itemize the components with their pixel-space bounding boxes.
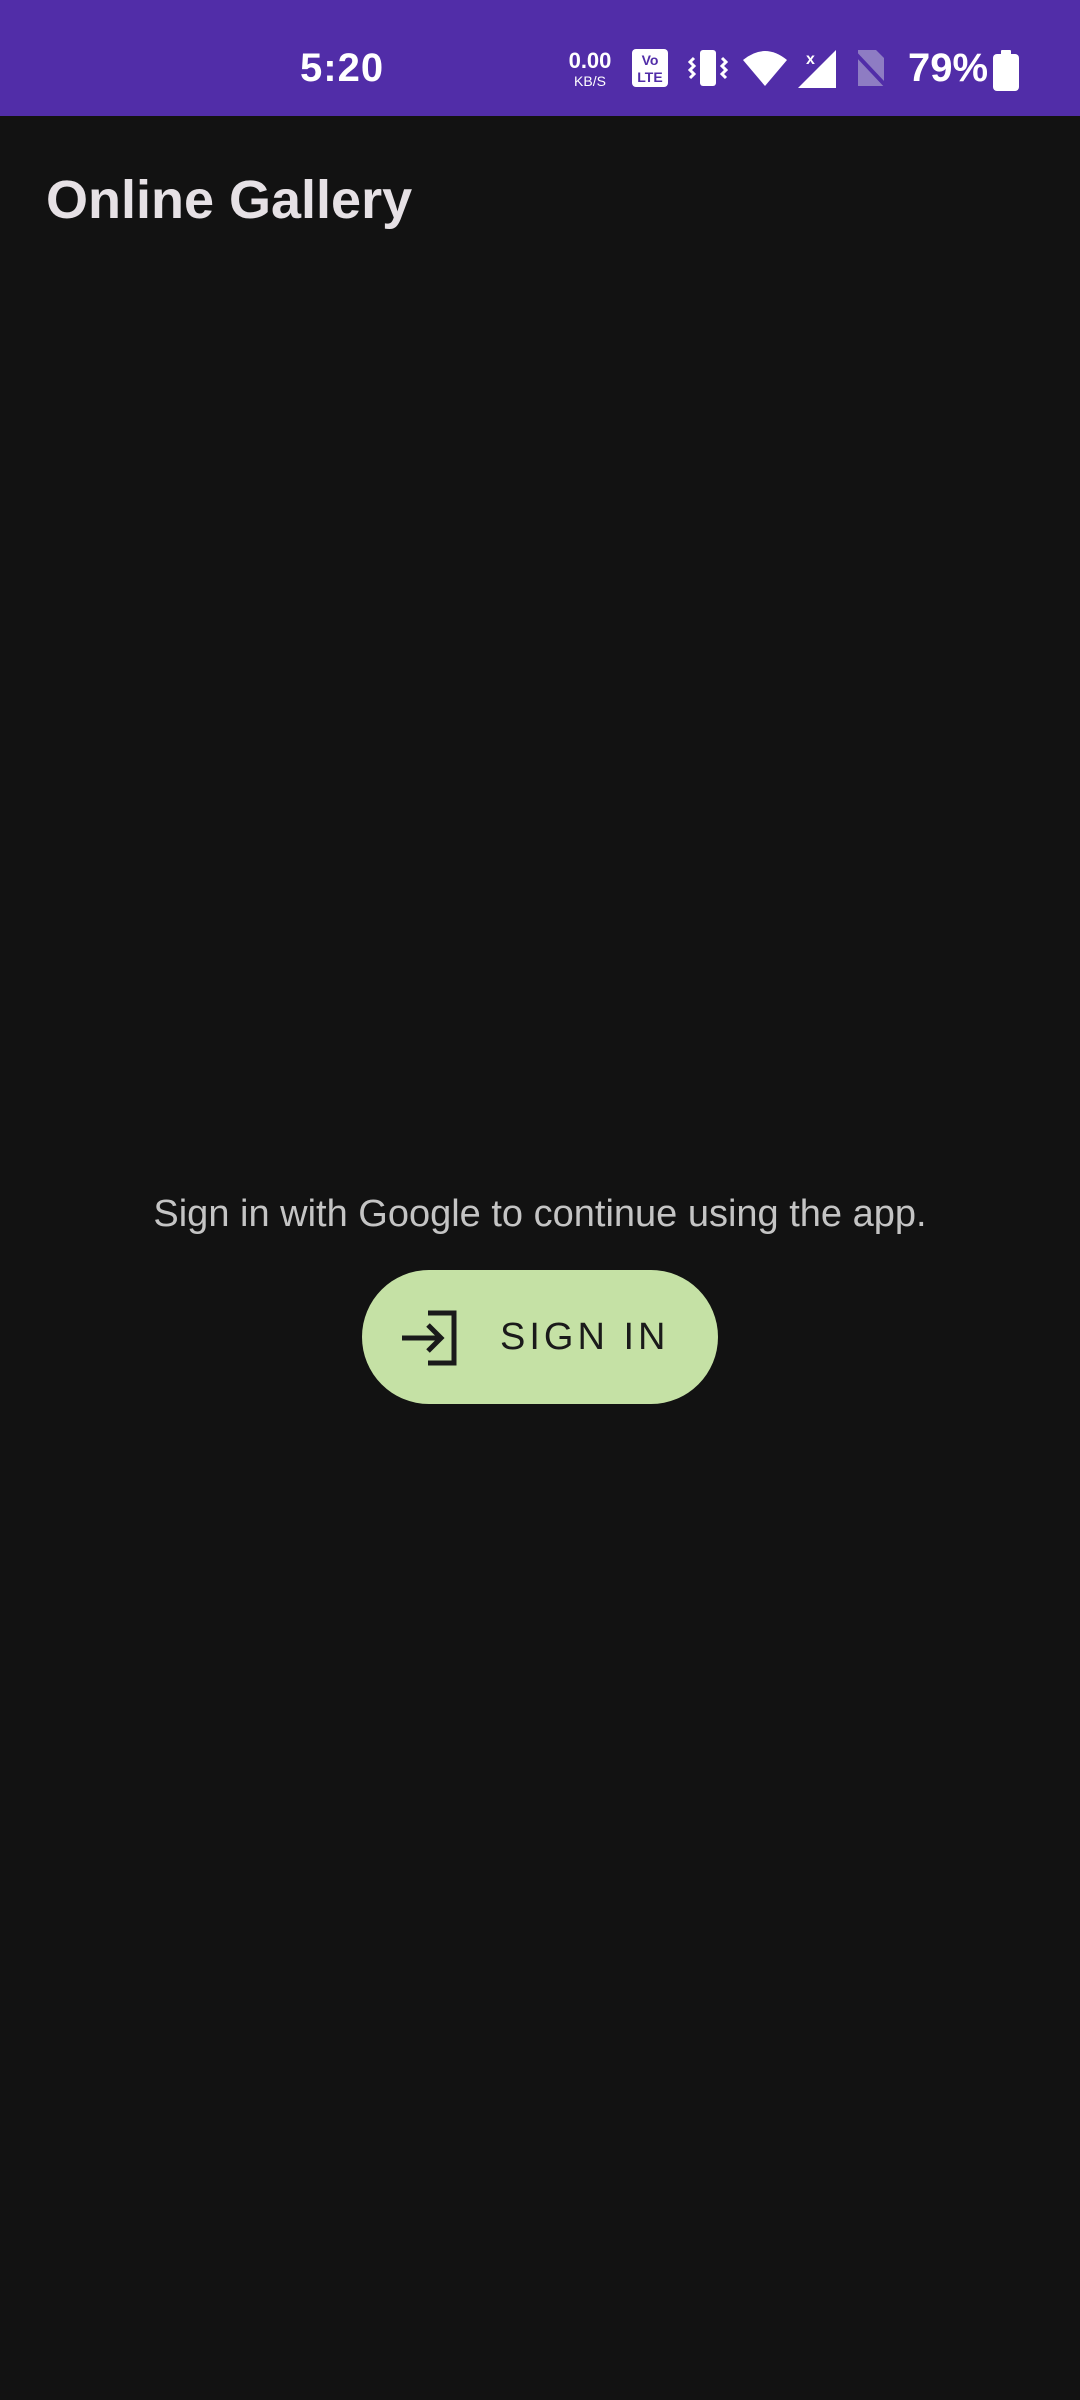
battery-percent: 79%	[908, 46, 989, 90]
app-bar: Online Gallery	[0, 116, 1080, 286]
signal-icon: x	[798, 50, 836, 88]
network-speed-value: 0.00	[568, 48, 612, 73]
sign-in-button-label: SIGN IN	[500, 1316, 670, 1358]
sign-in-section: Sign in with Google to continue using th…	[0, 1190, 1080, 1404]
no-sim-icon	[852, 50, 888, 88]
battery-icon	[993, 50, 1019, 91]
sign-in-button[interactable]: SIGN IN	[362, 1270, 718, 1404]
app-title: Online Gallery	[46, 170, 413, 230]
svg-text:LTE: LTE	[637, 69, 662, 85]
status-time: 5:20	[300, 46, 385, 90]
status-bar: 5:20 0.00 KB/S Vo LTE x 79%	[0, 0, 1080, 116]
vibrate-icon	[688, 50, 728, 86]
svg-text:x: x	[806, 51, 815, 68]
volte-icon: Vo LTE	[632, 49, 668, 87]
network-speed-unit: KB/S	[574, 73, 606, 89]
sign-in-message: Sign in with Google to continue using th…	[153, 1193, 927, 1235]
wifi-icon	[743, 51, 787, 86]
login-icon	[402, 1310, 457, 1366]
network-speed: 0.00 KB/S	[562, 48, 618, 89]
svg-text:Vo: Vo	[642, 52, 659, 68]
